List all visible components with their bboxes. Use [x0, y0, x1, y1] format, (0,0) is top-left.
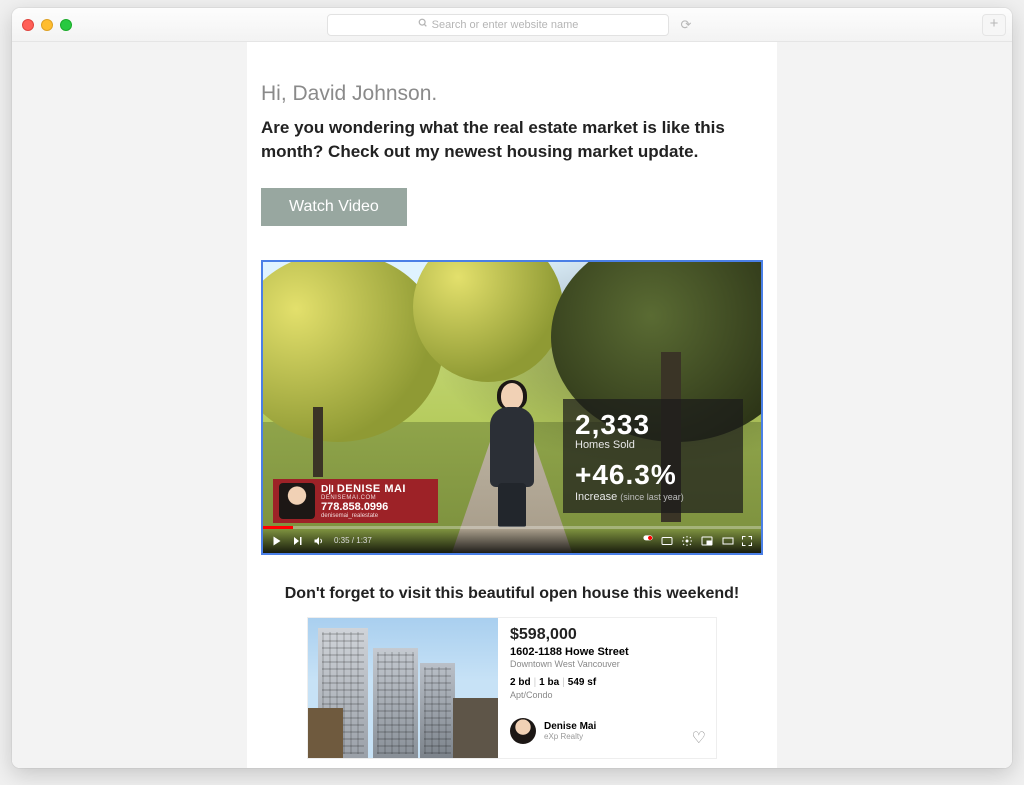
video-stats-overlay: 2,333 Homes Sold +46.3% Increase (since …	[563, 399, 743, 513]
settings-icon[interactable]	[681, 535, 693, 547]
listing-type: Apt/Condo	[510, 690, 704, 700]
stat-increase-value: +46.3%	[575, 459, 731, 491]
video-agent-overlay: D|IDENISE MAI DENISEMAI.COM 778.858.0996…	[273, 479, 438, 523]
listing-sqft: 549 sf	[568, 677, 596, 688]
new-tab-button[interactable]: +	[982, 14, 1006, 36]
listing-address: 1602-1188 Howe Street	[510, 646, 704, 658]
address-bar[interactable]: Search or enter website name	[327, 14, 669, 36]
address-bar-wrap: Search or enter website name ⟳	[327, 14, 697, 36]
agent-overlay-name: DENISE MAI	[337, 483, 406, 495]
address-bar-placeholder: Search or enter website name	[432, 19, 579, 31]
video-player[interactable]: D|IDENISE MAI DENISEMAI.COM 778.858.0996…	[261, 260, 763, 555]
browser-viewport: Hi, David Johnson. Are you wondering wha…	[12, 42, 1012, 768]
listing-beds: 2 bd	[510, 677, 531, 688]
listing-agent-avatar	[510, 718, 536, 744]
agent-overlay-phone: 778.858.0996	[321, 501, 406, 513]
theater-icon[interactable]	[721, 535, 733, 547]
listing-locality: Downtown West Vancouver	[510, 659, 704, 669]
listing-photo	[308, 618, 498, 758]
agent-overlay-avatar	[279, 483, 315, 519]
listing-card[interactable]: $598,000 1602-1188 Howe Street Downtown …	[307, 617, 717, 759]
browser-titlebar: Search or enter website name ⟳ +	[12, 8, 1012, 42]
stat-homes-sold-value: 2,333	[575, 409, 731, 441]
stat-increase-label: Increase	[575, 491, 617, 503]
play-icon[interactable]	[271, 535, 283, 547]
headline-text: Are you wondering what the real estate m…	[261, 116, 763, 164]
window-minimize-button[interactable]	[41, 19, 53, 31]
captions-icon[interactable]	[661, 535, 673, 547]
agent-overlay-handle: denisemai_realestate	[321, 513, 406, 519]
agent-logo: D|I	[321, 484, 334, 495]
listing-price: $598,000	[510, 626, 704, 644]
window-traffic-lights	[22, 19, 72, 31]
search-icon	[418, 18, 428, 31]
window-zoom-button[interactable]	[60, 19, 72, 31]
listing-agent-row: Denise Mai eXp Realty	[510, 718, 704, 744]
stat-homes-sold-label: Homes Sold	[575, 439, 731, 451]
stat-increase-sublabel: (since last year)	[620, 492, 684, 502]
video-presenter	[484, 383, 540, 527]
email-content-column: Hi, David Johnson. Are you wondering wha…	[247, 42, 777, 768]
volume-icon[interactable]	[313, 535, 325, 547]
next-icon[interactable]	[292, 535, 304, 547]
listing-specs: 2 bd|1 ba|549 sf	[510, 677, 704, 688]
listing-baths: 1 ba	[539, 677, 559, 688]
video-controls: 0:35 / 1:37	[263, 529, 761, 553]
window-close-button[interactable]	[22, 19, 34, 31]
fullscreen-icon[interactable]	[741, 535, 753, 547]
reload-button[interactable]: ⟳	[675, 17, 697, 33]
watch-video-button[interactable]: Watch Video	[261, 188, 407, 226]
listing-info: $598,000 1602-1188 Howe Street Downtown …	[498, 618, 716, 758]
greeting-text: Hi, David Johnson.	[261, 82, 763, 106]
listing-agent-name: Denise Mai	[544, 721, 596, 732]
favorite-heart-icon[interactable]: ♡	[692, 728, 706, 748]
right-gutter	[777, 42, 1012, 768]
video-time: 0:35 / 1:37	[334, 536, 372, 545]
listing-brokerage: eXp Realty	[544, 732, 596, 741]
page: Hi, David Johnson. Are you wondering wha…	[12, 42, 1012, 768]
left-gutter	[12, 42, 247, 768]
open-house-heading: Don't forget to visit this beautiful ope…	[261, 585, 763, 603]
browser-window: Search or enter website name ⟳ + Hi, Dav…	[12, 8, 1012, 768]
autoplay-toggle-icon[interactable]	[641, 535, 653, 547]
video-progress-bar[interactable]	[263, 526, 761, 529]
miniplayer-icon[interactable]	[701, 535, 713, 547]
